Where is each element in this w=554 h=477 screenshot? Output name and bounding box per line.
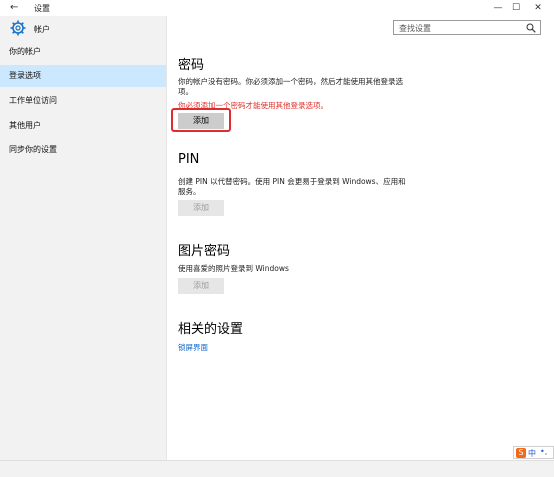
sidebar-item-other-users[interactable]: 其他用户 [0, 115, 166, 137]
sidebar-header: 帐户 [0, 16, 166, 42]
minimize-button[interactable]: — [488, 1, 508, 15]
ime-indicator[interactable]: S 中 •, [513, 446, 554, 459]
sidebar-item-work-access[interactable]: 工作单位访问 [0, 90, 166, 112]
sogou-logo-icon: S [516, 448, 526, 458]
ime-mode-label: 中 [528, 449, 536, 458]
search-placeholder: 查找设置 [399, 24, 431, 33]
add-pin-button[interactable]: 添加 [178, 200, 224, 216]
back-arrow-icon[interactable]: ← [10, 2, 22, 14]
search-icon[interactable] [526, 23, 536, 33]
maximize-button[interactable]: ☐ [506, 1, 526, 15]
pin-description: 创建 PIN 以代替密码。使用 PIN 会更易于登录到 Windows、应用和服… [178, 177, 406, 196]
taskbar [0, 460, 554, 477]
sidebar-item-your-account[interactable]: 你的帐户 [0, 41, 166, 63]
highlight-box [171, 108, 231, 132]
gear-icon [10, 20, 26, 36]
sidebar: 帐户 你的帐户 登录选项 工作单位访问 其他用户 同步你的设置 [0, 16, 166, 460]
ime-punctuation-icon: •, [540, 447, 548, 456]
sidebar-divider [166, 16, 167, 460]
password-heading: 密码 [178, 58, 205, 73]
lock-screen-link[interactable]: 锁屏界面 [178, 342, 208, 353]
related-settings-heading: 相关的设置 [178, 322, 244, 337]
password-description: 你的帐户没有密码。你必须添加一个密码，然后才能使用其他登录选项。 [178, 77, 403, 96]
search-input[interactable]: 查找设置 [393, 20, 541, 35]
pin-heading: PIN [178, 152, 200, 167]
close-button[interactable]: ✕ [528, 1, 548, 15]
sidebar-header-label: 帐户 [34, 25, 50, 34]
title-bar: ← 设置 — ☐ ✕ [0, 0, 554, 16]
sidebar-item-sign-in-options[interactable]: 登录选项 [0, 65, 166, 87]
window-title: 设置 [34, 4, 50, 13]
picture-password-heading: 图片密码 [178, 244, 231, 259]
add-picture-password-button[interactable]: 添加 [178, 278, 224, 294]
sidebar-item-sync-settings[interactable]: 同步你的设置 [0, 139, 166, 161]
picture-password-description: 使用喜爱的照片登录到 Windows [178, 264, 289, 273]
